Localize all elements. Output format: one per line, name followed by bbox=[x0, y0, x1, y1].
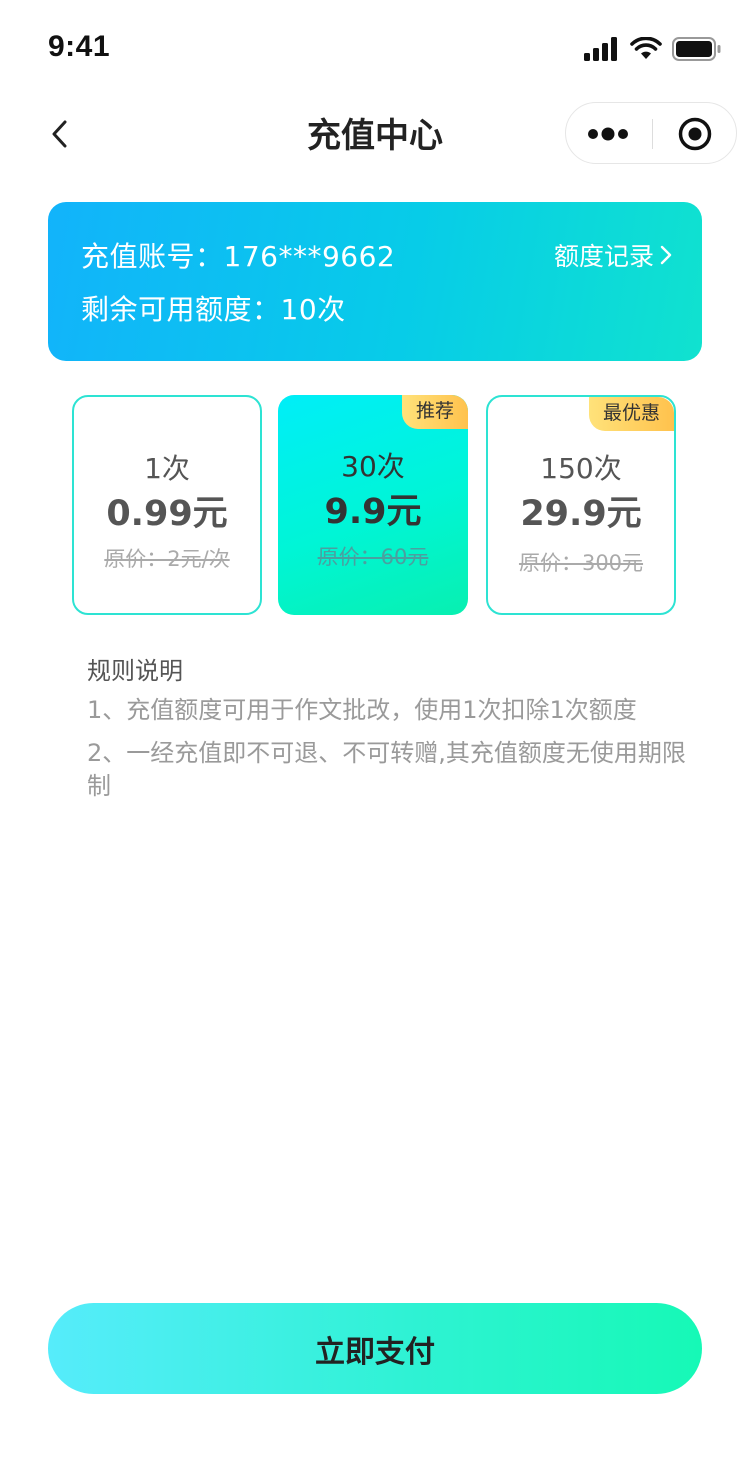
capsule-divider bbox=[652, 119, 653, 149]
signal-icon bbox=[584, 37, 617, 61]
rules-title: 规则说明 bbox=[87, 657, 183, 685]
wifi-icon bbox=[630, 37, 662, 59]
battery-icon bbox=[672, 37, 721, 61]
package-price: 0.99元 bbox=[106, 494, 228, 534]
status-icons bbox=[584, 34, 722, 64]
rule-item: 2、一经充值即不可退、不可转赠,其充值额度无使用期限制 bbox=[87, 739, 686, 800]
package-option-3[interactable]: 最优惠 150次 29.9元 原价：300元 bbox=[486, 395, 676, 615]
package-price: 9.9元 bbox=[324, 492, 422, 532]
remaining-quota: 剩余可用额度：10次 bbox=[81, 293, 346, 326]
chevron-right-icon bbox=[660, 245, 672, 265]
quota-record-link[interactable]: 额度记录 bbox=[554, 237, 672, 273]
more-dots-icon bbox=[588, 127, 628, 141]
package-count: 1次 bbox=[144, 452, 190, 485]
account-number: 充值账号：176***9662 bbox=[81, 240, 396, 273]
package-original-price: 原价：300元 bbox=[518, 551, 644, 575]
close-program-button[interactable] bbox=[678, 117, 712, 151]
best-value-badge: 最优惠 bbox=[588, 397, 674, 431]
package-count: 150次 bbox=[540, 452, 622, 485]
pay-now-button[interactable]: 立即支付 bbox=[48, 1303, 702, 1394]
package-price: 29.9元 bbox=[520, 494, 642, 534]
mini-program-capsule bbox=[565, 102, 737, 164]
account-card: 充值账号：176***9662 剩余可用额度：10次 额度记录 bbox=[48, 202, 702, 361]
package-option-1[interactable]: 1次 0.99元 原价：2元/次 bbox=[72, 395, 262, 615]
package-count: 30次 bbox=[341, 450, 405, 483]
package-option-2[interactable]: 推荐 30次 9.9元 原价：60元 bbox=[278, 395, 468, 615]
rule-item: 1、充值额度可用于作文批改，使用1次扣除1次额度 bbox=[87, 696, 637, 724]
quota-record-label: 额度记录 bbox=[553, 242, 654, 271]
package-original-price: 原价：2元/次 bbox=[104, 547, 230, 571]
recommend-badge: 推荐 bbox=[401, 395, 468, 429]
status-time: 9:41 bbox=[48, 30, 111, 63]
target-icon bbox=[678, 117, 712, 151]
package-original-price: 原价：60元 bbox=[317, 545, 429, 569]
more-button[interactable] bbox=[588, 121, 638, 147]
